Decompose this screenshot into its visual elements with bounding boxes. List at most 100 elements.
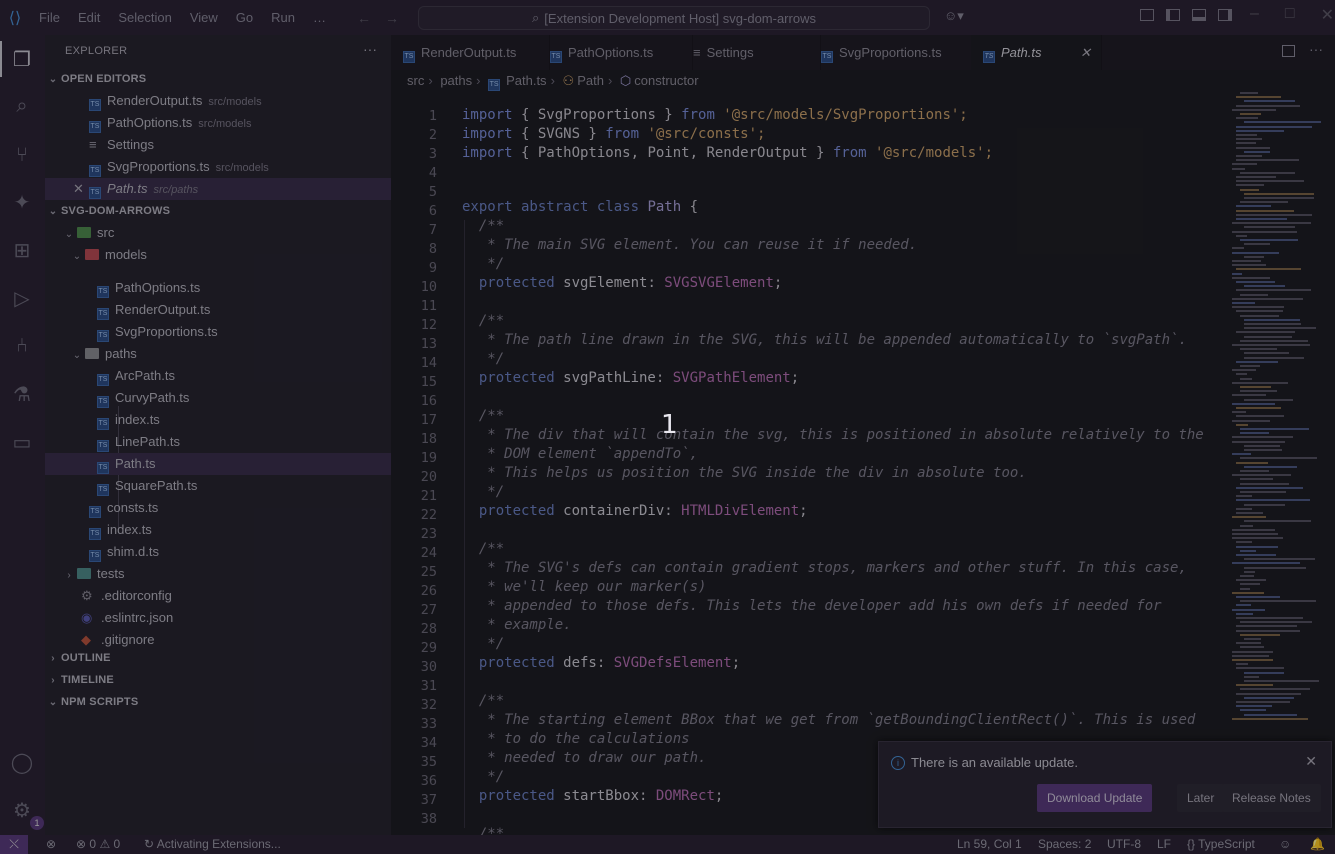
timeline-header[interactable]: › TIMELINE xyxy=(45,669,391,691)
close-notification-icon[interactable]: ✕ xyxy=(1305,753,1317,770)
file-item[interactable]: TS PathOptions.ts xyxy=(45,277,391,299)
tab-settings[interactable]: ≡ Settings xyxy=(681,35,821,70)
file-item[interactable]: ⚙ .editorconfig xyxy=(45,585,391,607)
tab-renderoutput[interactable]: TS RenderOutput.ts xyxy=(391,35,550,70)
encoding[interactable]: UTF-8 xyxy=(1107,835,1141,854)
toggle-panel-icon[interactable] xyxy=(1192,9,1206,21)
cursor-position[interactable]: Ln 59, Col 1 xyxy=(957,835,1022,854)
toggle-secondary-sidebar-icon[interactable] xyxy=(1218,9,1232,21)
file-item[interactable]: TS consts.ts xyxy=(45,497,391,519)
remote-indicator-icon[interactable]: ⤬ xyxy=(0,835,28,854)
breadcrumb-item[interactable]: Path xyxy=(577,73,604,88)
account-icon[interactable]: ◯ xyxy=(8,748,36,776)
close-window-icon[interactable]: ✕ xyxy=(1321,5,1334,25)
folder-paths[interactable]: ⌄ paths xyxy=(45,343,391,365)
breadcrumb-item[interactable]: paths xyxy=(440,73,472,88)
file-item[interactable]: ◉ .eslintrc.json xyxy=(45,607,391,629)
menu-selection[interactable]: Selection xyxy=(109,10,180,25)
file-item[interactable]: TS index.ts xyxy=(45,519,391,541)
folder-models[interactable]: ⌄ models xyxy=(45,244,391,266)
minimap-line xyxy=(1236,596,1280,598)
npm-scripts-header[interactable]: ⌄ NPM SCRIPTS xyxy=(45,691,391,713)
release-notes-button[interactable]: Release Notes xyxy=(1222,784,1321,812)
notifications-bell-icon[interactable]: 🔔 xyxy=(1310,835,1325,854)
minimap-line xyxy=(1240,587,1250,590)
split-editor-icon[interactable] xyxy=(1282,45,1295,57)
tab-pathoptions[interactable]: TS PathOptions.ts xyxy=(538,35,693,70)
folder-tests[interactable]: › tests xyxy=(45,563,391,585)
open-editor-item[interactable]: ≡ Settings xyxy=(45,134,391,156)
file-item[interactable]: TS shim.d.ts xyxy=(45,541,391,563)
back-arrow-icon[interactable]: ← xyxy=(357,10,371,26)
problems-indicator[interactable]: ⊗ 0 ⚠ 0 xyxy=(76,835,120,854)
toggle-primary-sidebar-icon[interactable] xyxy=(1166,9,1180,21)
settings-gear-icon[interactable]: ⚙ 1 xyxy=(8,796,44,830)
menu-edit[interactable]: Edit xyxy=(69,10,109,25)
minimap-line xyxy=(1244,398,1293,401)
folder-src[interactable]: ⌄ src xyxy=(45,222,391,244)
maximize-icon[interactable]: □ xyxy=(1285,5,1295,25)
file-item[interactable]: TS SvgProportions.ts xyxy=(45,321,391,343)
settings-file-icon: ≡ xyxy=(693,45,701,60)
open-editor-item-active[interactable]: ✕ TS Path.ts src/paths xyxy=(45,178,391,200)
code-line: protected containerDiv: HTMLDivElement; xyxy=(462,503,808,519)
minimap-line xyxy=(1236,104,1300,107)
code-editor[interactable]: 1 2 3 4 5 6 7 8 9 10 11 12 13 14 15 16 17 18 19 20 21 22 23 24 2… xyxy=(391,92,1335,835)
minimap-line xyxy=(1240,709,1266,712)
breadcrumb-item[interactable]: constructor xyxy=(634,73,698,88)
code-comment: * The main SVG element. You can reuse it… xyxy=(462,237,918,253)
tab-path[interactable]: TS Path.ts ✕ xyxy=(971,35,1102,70)
extensions-icon[interactable]: ⊞ xyxy=(8,236,36,264)
indentation[interactable]: Spaces: 2 xyxy=(1038,835,1091,854)
explorer-icon[interactable]: ❐ xyxy=(0,41,36,77)
line-number: 35 xyxy=(420,754,437,770)
file-item[interactable]: TS RenderOutput.ts xyxy=(45,299,391,321)
menu-view[interactable]: View xyxy=(181,10,227,25)
file-item-selected[interactable]: TS Path.ts xyxy=(45,453,391,475)
open-editors-header[interactable]: ⌄ OPEN EDITORS xyxy=(45,68,391,90)
file-item[interactable]: TS SquarePath.ts xyxy=(45,475,391,497)
copilot-chat-icon[interactable]: ✦ xyxy=(8,188,36,216)
menu-more[interactable]: … xyxy=(304,10,335,25)
file-item[interactable]: TS LinePath.ts xyxy=(45,431,391,453)
close-editor-icon[interactable]: ✕ xyxy=(73,178,89,200)
minimap[interactable] xyxy=(1232,92,1332,732)
project-header[interactable]: ⌄ SVG-DOM-ARROWS xyxy=(45,200,391,222)
file-item[interactable]: TS ArcPath.ts xyxy=(45,365,391,387)
remote-explorer-icon[interactable]: ▭ xyxy=(8,428,36,456)
minimap-line xyxy=(1232,272,1242,275)
forward-arrow-icon[interactable]: → xyxy=(385,10,399,26)
end-of-line[interactable]: LF xyxy=(1157,835,1171,854)
open-editor-item[interactable]: TS PathOptions.ts src/models xyxy=(45,112,391,134)
search-view-icon[interactable]: ⌕ xyxy=(8,92,36,120)
git-graph-icon[interactable]: ⑃ xyxy=(8,332,36,360)
minimap-line xyxy=(1236,667,1284,670)
copilot-status-icon[interactable]: ☺ xyxy=(1279,835,1291,854)
menu-go[interactable]: Go xyxy=(227,10,262,25)
language-mode[interactable]: {} TypeScript xyxy=(1187,835,1255,854)
menu-file[interactable]: File xyxy=(30,10,69,25)
more-actions-icon[interactable]: ··· xyxy=(363,41,377,57)
later-button[interactable]: Later xyxy=(1177,784,1225,812)
breadcrumb-item[interactable]: Path.ts xyxy=(506,73,546,88)
menu-run[interactable]: Run xyxy=(262,10,304,25)
copilot-icon[interactable]: ☺▾ xyxy=(944,8,964,24)
ports-icon[interactable]: ⊗ xyxy=(46,835,56,854)
more-actions-icon[interactable]: ··· xyxy=(1309,41,1323,57)
customize-layout-icon[interactable] xyxy=(1140,9,1154,21)
breadcrumb-separator-icon: › xyxy=(428,73,433,88)
source-control-icon[interactable]: ⑂ xyxy=(8,141,36,169)
command-center-search[interactable]: ⌕ [Extension Development Host] svg-dom-a… xyxy=(418,6,930,30)
outline-header[interactable]: › OUTLINE xyxy=(45,647,391,669)
breadcrumb-item[interactable]: src xyxy=(407,73,424,88)
open-editor-item[interactable]: TS SvgProportions.ts src/models xyxy=(45,156,391,178)
file-item[interactable]: TS index.ts xyxy=(45,409,391,431)
run-debug-icon[interactable]: ▷ xyxy=(8,284,36,312)
tab-svgproportions[interactable]: TS SvgProportions.ts xyxy=(809,35,983,70)
file-item[interactable]: TS CurvyPath.ts xyxy=(45,387,391,409)
close-tab-icon[interactable]: ✕ xyxy=(1080,35,1091,70)
minimize-icon[interactable]: – xyxy=(1250,5,1259,25)
testing-icon[interactable]: ⚗ xyxy=(8,380,36,408)
open-editor-item[interactable]: TS RenderOutput.ts src/models xyxy=(45,90,391,112)
download-update-button[interactable]: Download Update xyxy=(1037,784,1153,812)
